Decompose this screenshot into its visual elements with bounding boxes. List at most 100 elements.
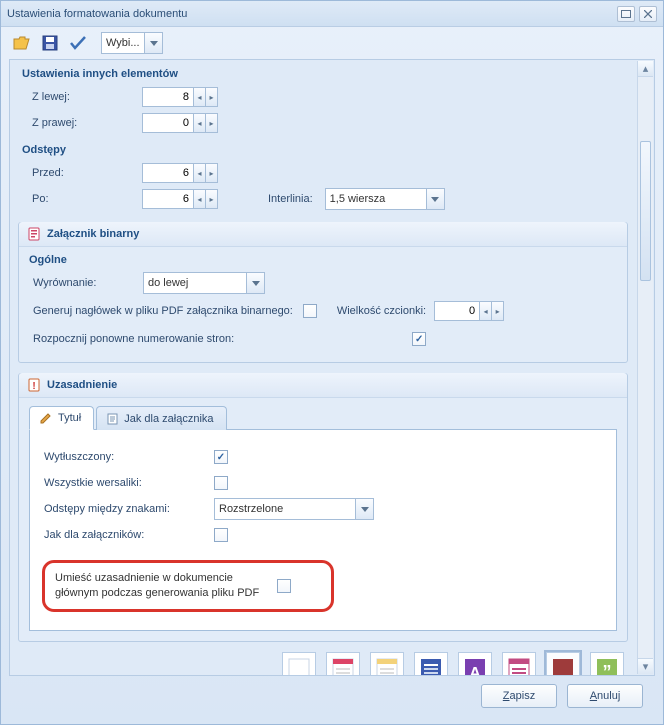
- spin-left-icon[interactable]: ◂: [479, 302, 491, 320]
- from-right-spinner[interactable]: ◂▸: [142, 113, 218, 133]
- page-thumb-2[interactable]: [326, 652, 360, 676]
- page-thumb-6[interactable]: [502, 652, 536, 676]
- spin-right-icon[interactable]: ▸: [205, 190, 217, 208]
- chevron-down-icon[interactable]: [246, 273, 264, 293]
- scheme-combo-input[interactable]: [102, 33, 144, 53]
- spin-left-icon[interactable]: ◂: [193, 114, 205, 132]
- open-icon[interactable]: [11, 32, 33, 54]
- row-like-attachments: Jak dla załączników:: [44, 522, 602, 548]
- scroll-up-icon[interactable]: ▴: [638, 61, 653, 77]
- document-icon: [107, 413, 118, 425]
- allcaps-label: Wszystkie wersaliki:: [44, 477, 214, 489]
- save-button-rest: apisz: [510, 690, 536, 702]
- window-title: Ustawienia formatowania dokumentu: [7, 8, 613, 20]
- page-thumb-5[interactable]: A: [458, 652, 492, 676]
- save-icon[interactable]: [39, 32, 61, 54]
- align-input[interactable]: [144, 273, 246, 293]
- cancel-button[interactable]: Anuluj: [567, 684, 643, 708]
- spin-right-icon[interactable]: ▸: [205, 114, 217, 132]
- from-left-spinner[interactable]: ◂▸: [142, 87, 218, 107]
- from-right-label: Z prawej:: [32, 117, 142, 129]
- page-thumb-4[interactable]: [414, 652, 448, 676]
- thumbnail-strip: A ”: [18, 642, 628, 676]
- font-size-label: Wielkość czcionki:: [337, 305, 426, 317]
- row-bold: Wytłuszczony:: [44, 444, 602, 470]
- row-before: Przed: ◂▸: [18, 160, 628, 186]
- from-left-label: Z lewej:: [32, 91, 142, 103]
- callout-checkbox[interactable]: [277, 579, 291, 593]
- window: Ustawienia formatowania dokumentu Ustawi: [0, 0, 664, 725]
- interline-input[interactable]: [326, 189, 426, 209]
- tabs: Tytuł Jak dla załącznika: [29, 405, 617, 430]
- tab-title-label: Tytuł: [58, 412, 81, 424]
- page-thumb-8[interactable]: ”: [590, 652, 624, 676]
- font-size-spinner[interactable]: ◂▸: [434, 301, 504, 321]
- scroll-thumb[interactable]: [640, 141, 651, 281]
- after-input[interactable]: [143, 190, 193, 208]
- section-spacing-title: Odstępy: [22, 144, 628, 156]
- close-button[interactable]: [639, 6, 657, 22]
- bold-checkbox[interactable]: [214, 450, 228, 464]
- exclamation-icon: !: [27, 378, 41, 392]
- chevron-down-icon[interactable]: [355, 499, 373, 519]
- tab-title[interactable]: Tytuł: [29, 406, 94, 430]
- tab-like-attachment-label: Jak dla załącznika: [124, 413, 213, 425]
- page-thumb-1[interactable]: [282, 652, 316, 676]
- gen-header-label: Generuj nagłówek w pliku PDF załącznika …: [33, 305, 293, 317]
- row-restart-numbering: Rozpocznij ponowne numerowanie stron:: [29, 326, 617, 352]
- callout-text: Umieść uzasadnienie w dokumencie głównym…: [55, 571, 259, 601]
- pencil-icon: [40, 412, 52, 424]
- like-attachments-checkbox[interactable]: [214, 528, 228, 542]
- from-right-input[interactable]: [143, 114, 193, 132]
- bold-label: Wytłuszczony:: [44, 451, 214, 463]
- before-input[interactable]: [143, 164, 193, 182]
- scroll-inner: Ustawienia innych elementów Z lewej: ◂▸ …: [10, 60, 636, 675]
- after-label: Po:: [32, 193, 142, 205]
- cancel-button-rest: nuluj: [597, 690, 620, 702]
- page-thumb-3[interactable]: [370, 652, 404, 676]
- tab-like-attachment[interactable]: Jak dla załącznika: [96, 406, 226, 430]
- font-size-input[interactable]: [435, 302, 479, 320]
- interline-combo[interactable]: [325, 188, 445, 210]
- letterspacing-combo[interactable]: [214, 498, 374, 520]
- before-spinner[interactable]: ◂▸: [142, 163, 218, 183]
- row-align: Wyrównanie:: [29, 270, 617, 296]
- svg-text:”: ”: [603, 662, 612, 676]
- spin-right-icon[interactable]: ▸: [205, 88, 217, 106]
- row-allcaps: Wszystkie wersaliki:: [44, 470, 602, 496]
- callout-highlight: Umieść uzasadnienie w dokumencie głównym…: [42, 560, 334, 612]
- content: Ustawienia innych elementów Z lewej: ◂▸ …: [9, 59, 655, 716]
- footer: Zapisz Anuluj: [9, 676, 655, 716]
- row-gen-header: Generuj nagłówek w pliku PDF załącznika …: [29, 296, 617, 326]
- align-label: Wyrównanie:: [33, 277, 143, 289]
- spin-right-icon[interactable]: ▸: [205, 164, 217, 182]
- spin-right-icon[interactable]: ▸: [491, 302, 503, 320]
- chevron-down-icon[interactable]: [144, 33, 162, 53]
- from-left-input[interactable]: [143, 88, 193, 106]
- allcaps-checkbox[interactable]: [214, 476, 228, 490]
- tab-body: Wytłuszczony: Wszystkie wersaliki: Odstę…: [29, 430, 617, 631]
- save-button[interactable]: Zapisz: [481, 684, 557, 708]
- svg-text:!: !: [32, 381, 35, 392]
- gen-header-checkbox[interactable]: [303, 304, 317, 318]
- spin-left-icon[interactable]: ◂: [193, 190, 205, 208]
- ok-check-icon[interactable]: [67, 32, 89, 54]
- row-after: Po: ◂▸ Interlinia:: [18, 186, 628, 212]
- scroll-area: Ustawienia innych elementów Z lewej: ◂▸ …: [9, 59, 655, 676]
- page-thumb-7[interactable]: [546, 652, 580, 676]
- spin-left-icon[interactable]: ◂: [193, 88, 205, 106]
- maximize-button[interactable]: [617, 6, 635, 22]
- attachment-icon: [27, 227, 41, 241]
- toolbar: [1, 27, 663, 59]
- restart-numbering-label: Rozpocznij ponowne numerowanie stron:: [33, 333, 234, 345]
- chevron-down-icon[interactable]: [426, 189, 444, 209]
- vertical-scrollbar[interactable]: ▴ ▾: [637, 61, 653, 674]
- after-spinner[interactable]: ◂▸: [142, 189, 218, 209]
- letterspacing-input[interactable]: [215, 499, 355, 519]
- scroll-down-icon[interactable]: ▾: [638, 658, 653, 674]
- restart-numbering-checkbox[interactable]: [412, 332, 426, 346]
- letterspacing-label: Odstępy między znakami:: [44, 503, 214, 515]
- scheme-combo[interactable]: [101, 32, 163, 54]
- spin-left-icon[interactable]: ◂: [193, 164, 205, 182]
- align-combo[interactable]: [143, 272, 265, 294]
